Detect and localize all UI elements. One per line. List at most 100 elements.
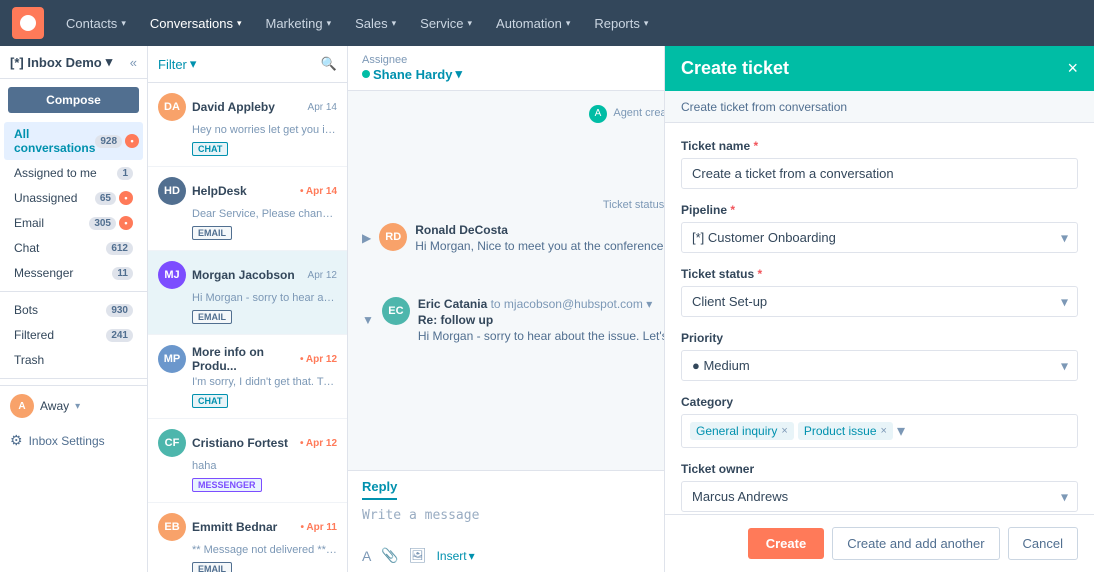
- nav-reports[interactable]: Reports▾: [584, 0, 658, 46]
- sidebar-item-filtered[interactable]: Filtered 241: [4, 323, 143, 347]
- gear-icon: ⚙: [10, 432, 23, 449]
- ticket-status-select[interactable]: Client Set-up: [681, 286, 1078, 317]
- sidebar-item-trash[interactable]: Trash: [4, 348, 143, 372]
- conversation-list: Filter ▾ 🔍 DA David Appleby Apr 14 Hey n…: [148, 46, 348, 572]
- pipeline-label: Pipeline *: [681, 203, 1078, 217]
- ticket-status-label: Ticket status *: [681, 267, 1078, 281]
- insert-chevron-icon: ▾: [469, 549, 475, 563]
- sidebar-footer-user[interactable]: A Away ▾: [0, 385, 147, 426]
- conv-item-emmitt-bednar[interactable]: EB Emmitt Bednar • Apr 11 ** Message not…: [148, 503, 347, 572]
- category-dropdown-icon[interactable]: ▾: [897, 421, 905, 441]
- conv-item-morgan-jacobson[interactable]: MJ Morgan Jacobson Apr 12 Hi Morgan - so…: [148, 251, 347, 335]
- conv-avatar: HD: [158, 177, 186, 205]
- category-tags-wrap[interactable]: General inquiry × Product issue × ▾: [681, 414, 1078, 448]
- conv-item-date: • Apr 14: [300, 186, 337, 197]
- inbox-settings-label: Inbox Settings: [29, 434, 105, 448]
- nav-automation[interactable]: Automation▾: [486, 0, 580, 46]
- ticket-owner-label: Ticket owner: [681, 462, 1078, 476]
- conv-item-more-info[interactable]: MP More info on Produ... • Apr 12 I'm so…: [148, 335, 347, 419]
- assignee-status-dot: [362, 70, 370, 78]
- attachment-icon[interactable]: 📎: [381, 547, 398, 564]
- priority-label: Priority: [681, 331, 1078, 345]
- status-chevron-icon: ▾: [75, 401, 80, 412]
- conv-avatar: MP: [158, 345, 186, 373]
- sidebar-item-email[interactable]: Email 305 •: [4, 211, 143, 235]
- insert-button[interactable]: Insert ▾: [437, 549, 475, 563]
- assignee-value[interactable]: Shane Hardy ▾: [362, 66, 462, 82]
- modal-footer: Create Create and add another Cancel: [665, 514, 1094, 572]
- remove-general-inquiry-icon[interactable]: ×: [781, 425, 787, 437]
- expand-thread-icon[interactable]: ▶: [362, 231, 371, 245]
- email-count: 305: [89, 217, 116, 230]
- collapse-thread-icon[interactable]: ▼: [362, 313, 374, 327]
- conv-item-tag: EMAIL: [192, 562, 232, 572]
- category-tag-product-issue: Product issue ×: [798, 422, 893, 440]
- nav-conversations[interactable]: Conversations▾: [140, 0, 252, 46]
- filter-button[interactable]: Filter ▾: [158, 56, 196, 72]
- filter-chevron-icon: ▾: [190, 56, 197, 72]
- msg-avatar: EC: [382, 297, 410, 325]
- modal-title: Create ticket: [681, 58, 789, 79]
- conv-avatar: DA: [158, 93, 186, 121]
- conv-item-david-appleby[interactable]: DA David Appleby Apr 14 Hey no worries l…: [148, 83, 347, 167]
- reply-tab[interactable]: Reply: [362, 479, 397, 500]
- nav-sales[interactable]: Sales▾: [345, 0, 406, 46]
- modal-header: Create ticket ×: [665, 46, 1094, 91]
- sidebar-item-messenger[interactable]: Messenger 11: [4, 261, 143, 285]
- unassigned-new-dot: •: [119, 191, 133, 205]
- nav-marketing[interactable]: Marketing▾: [255, 0, 341, 46]
- cancel-button[interactable]: Cancel: [1008, 527, 1078, 560]
- priority-field-group: Priority ● Medium: [681, 331, 1078, 381]
- all-conversations-count: 928: [95, 135, 122, 148]
- assignee-section: Assignee Shane Hardy ▾: [362, 54, 462, 82]
- nav-service[interactable]: Service▾: [410, 0, 482, 46]
- sidebar-item-assigned-to-me[interactable]: Assigned to me 1: [4, 161, 143, 185]
- create-button[interactable]: Create: [748, 528, 824, 559]
- conv-item-tag: MESSENGER: [192, 478, 262, 492]
- compose-button[interactable]: Compose: [8, 87, 139, 113]
- msg-avatar: RD: [379, 223, 407, 251]
- priority-select[interactable]: ● Medium: [681, 350, 1078, 381]
- sidebar-bottom-divider: [0, 378, 147, 379]
- conv-item-name: Cristiano Fortest: [192, 436, 294, 450]
- sidebar-item-bots[interactable]: Bots 930: [4, 298, 143, 322]
- ticket-owner-field-group: Ticket owner Marcus Andrews: [681, 462, 1078, 512]
- remove-product-issue-icon[interactable]: ×: [881, 425, 887, 437]
- automation-chevron-icon: ▾: [566, 18, 571, 29]
- conv-item-name: Emmitt Bednar: [192, 520, 295, 534]
- conv-item-preview: haha: [192, 460, 337, 472]
- conv-item-cristiano-fortest[interactable]: CF Cristiano Fortest • Apr 12 haha MESSE…: [148, 419, 347, 503]
- pipeline-select[interactable]: [*] Customer Onboarding: [681, 222, 1078, 253]
- service-chevron-icon: ▾: [468, 18, 473, 29]
- sidebar-item-unassigned[interactable]: Unassigned 65 •: [4, 186, 143, 210]
- category-tag-general-inquiry: General inquiry ×: [690, 422, 794, 440]
- nav-contacts[interactable]: Contacts▾: [56, 0, 136, 46]
- modal-subtitle: Create ticket from conversation: [681, 100, 847, 114]
- modal-close-button[interactable]: ×: [1067, 58, 1078, 79]
- category-label: Category: [681, 395, 1078, 409]
- required-asterisk: *: [754, 139, 759, 153]
- sidebar-item-all-conversations[interactable]: All conversations 928 •: [4, 122, 143, 160]
- image-icon[interactable]: 🖼: [409, 547, 427, 564]
- inbox-settings-row[interactable]: ⚙ Inbox Settings: [0, 426, 147, 455]
- conv-avatar: CF: [158, 429, 186, 457]
- ticket-owner-select-wrap: Marcus Andrews: [681, 481, 1078, 512]
- collapse-icon[interactable]: «: [130, 55, 137, 70]
- create-and-add-another-button[interactable]: Create and add another: [832, 527, 999, 560]
- search-icon[interactable]: 🔍: [321, 56, 337, 72]
- required-asterisk: *: [730, 203, 735, 217]
- ticket-name-input[interactable]: [681, 158, 1078, 189]
- conv-item-name: David Appleby: [192, 100, 302, 114]
- ticket-owner-select[interactable]: Marcus Andrews: [681, 481, 1078, 512]
- conv-item-tag: EMAIL: [192, 226, 232, 240]
- conv-item-date: • Apr 11: [301, 522, 337, 533]
- ticket-name-label: Ticket name *: [681, 139, 1078, 153]
- conv-item-helpdesk[interactable]: HD HelpDesk • Apr 14 Dear Service, Pleas…: [148, 167, 347, 251]
- sidebar-item-chat[interactable]: Chat 612: [4, 236, 143, 260]
- ticket-status-field-group: Ticket status * Client Set-up: [681, 267, 1078, 317]
- inbox-name[interactable]: [*] Inbox Demo ▾: [10, 54, 112, 70]
- ticket-name-field-group: Ticket name *: [681, 139, 1078, 189]
- conv-item-date: • Apr 12: [300, 354, 337, 365]
- bold-icon[interactable]: A: [362, 548, 371, 564]
- priority-select-wrap: ● Medium: [681, 350, 1078, 381]
